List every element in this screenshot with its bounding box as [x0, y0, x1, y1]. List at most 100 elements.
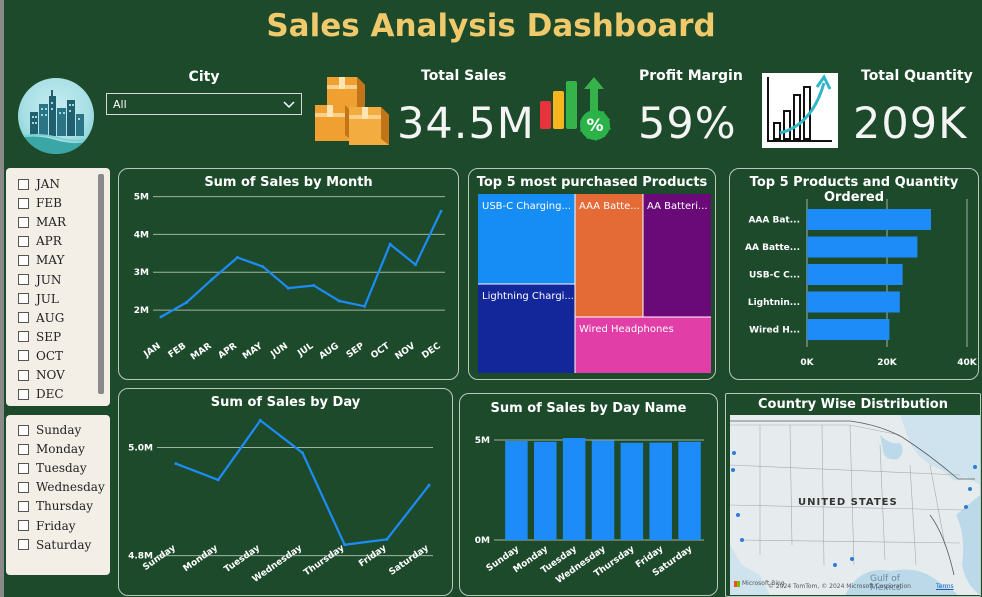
x-tick-label: Saturday: [387, 543, 430, 578]
bar[interactable]: [807, 319, 890, 340]
y-tick-label: Wired H...: [749, 326, 800, 336]
data-point[interactable]: [385, 537, 389, 541]
chevron-down-icon: [283, 101, 295, 109]
x-tick-label: MAY: [241, 341, 265, 362]
day-option[interactable]: Monday: [18, 440, 85, 458]
bar[interactable]: [807, 209, 931, 230]
bar[interactable]: [807, 236, 918, 258]
x-tick-label: 20K: [877, 358, 898, 368]
data-point[interactable]: [427, 483, 431, 487]
month-option[interactable]: MAR: [18, 213, 66, 231]
bar[interactable]: [678, 441, 701, 540]
top5-products-panel: Top 5 most purchased Products USB-C Char…: [468, 168, 716, 380]
x-tick-label: OCT: [369, 341, 392, 361]
month-option[interactable]: DEC: [18, 385, 64, 403]
month-option[interactable]: APR: [18, 232, 62, 250]
month-option[interactable]: JUN: [18, 271, 61, 289]
bar[interactable]: [562, 438, 586, 540]
day-option-label: Wednesday: [36, 480, 105, 495]
checkbox[interactable]: [18, 331, 29, 343]
month-slicer[interactable]: JAN FEB MAR APR MAY JUN JUL AUG SEP OCT NOV DEC: [6, 168, 110, 406]
month-option[interactable]: OCT: [18, 347, 63, 365]
month-option[interactable]: FEB: [18, 194, 62, 212]
bar[interactable]: [649, 442, 672, 540]
month-option[interactable]: SEP: [18, 328, 61, 346]
checkbox[interactable]: [18, 539, 29, 551]
checkbox[interactable]: [18, 481, 29, 493]
y-tick-label: 2M: [134, 306, 149, 316]
checkbox[interactable]: [18, 216, 29, 228]
checkbox[interactable]: [18, 443, 29, 455]
month-option[interactable]: JAN: [18, 175, 60, 193]
bar[interactable]: [620, 442, 644, 540]
treemap-tile-aa[interactable]: [643, 194, 711, 317]
total-sales-label: Total Sales: [421, 68, 507, 84]
city-dropdown[interactable]: All: [106, 93, 302, 115]
bar[interactable]: [591, 440, 615, 540]
month-option-label: SEP: [36, 329, 62, 344]
checkbox[interactable]: [18, 369, 29, 381]
x-tick-label: JAN: [142, 341, 163, 360]
checkbox[interactable]: [18, 350, 29, 362]
day-slicer[interactable]: Sunday Monday Tuesday Wednesday Thursday Frid…: [6, 415, 110, 575]
checkbox[interactable]: [18, 235, 29, 247]
data-point[interactable]: [235, 255, 239, 259]
month-option-label: MAY: [36, 253, 65, 268]
checkbox[interactable]: [18, 424, 29, 436]
checkbox[interactable]: [18, 254, 29, 266]
checkbox[interactable]: [18, 274, 29, 285]
bar[interactable]: [505, 441, 528, 540]
checkbox[interactable]: [18, 520, 29, 531]
sales-by-month-panel: Sum of Sales by Month 2M 3M 4M 5M JAN FEB MAR A…: [118, 168, 459, 380]
x-tick-label: Thursday: [302, 543, 346, 578]
day-option[interactable]: Friday: [18, 517, 76, 535]
data-point[interactable]: [261, 265, 265, 269]
checkbox[interactable]: [18, 312, 29, 324]
data-point[interactable]: [210, 277, 214, 281]
bar[interactable]: [807, 264, 903, 285]
checkbox[interactable]: [18, 197, 29, 209]
checkbox[interactable]: [18, 388, 29, 400]
data-point[interactable]: [439, 209, 443, 213]
data-point[interactable]: [258, 418, 262, 422]
data-point[interactable]: [301, 451, 304, 455]
bar[interactable]: [807, 291, 900, 313]
data-point[interactable]: [337, 299, 341, 303]
checkbox[interactable]: [18, 462, 29, 474]
treemap-tile-aaa[interactable]: [575, 194, 643, 317]
month-option[interactable]: AUG: [18, 309, 64, 327]
data-point[interactable]: [343, 543, 347, 547]
day-option[interactable]: Tuesday: [18, 459, 87, 477]
profit-margin-value: 59%: [638, 99, 737, 149]
month-option[interactable]: NOV: [18, 366, 65, 384]
checkbox[interactable]: [18, 293, 29, 305]
country-map[interactable]: UNITED STATES Gulf of Mexico Microsoft B…: [730, 415, 980, 595]
data-point[interactable]: [363, 304, 367, 308]
data-point[interactable]: [216, 478, 220, 482]
map-country-label: UNITED STATES: [798, 497, 898, 508]
day-option[interactable]: Wednesday: [18, 478, 105, 496]
city-filter-label: City: [188, 69, 220, 85]
day-option[interactable]: Sunday: [18, 421, 81, 439]
data-point[interactable]: [388, 242, 392, 246]
data-point[interactable]: [174, 462, 178, 466]
data-point[interactable]: [159, 315, 163, 319]
month-option[interactable]: MAY: [18, 251, 64, 269]
checkbox[interactable]: [18, 500, 29, 512]
data-point[interactable]: [414, 263, 418, 267]
data-point[interactable]: [312, 283, 316, 287]
data-point[interactable]: [286, 286, 290, 290]
map-terms-link[interactable]: Terms: [936, 583, 954, 590]
day-option[interactable]: Thursday: [18, 497, 93, 515]
month-option[interactable]: JUL: [18, 290, 59, 308]
x-tick-label: JUN: [269, 341, 290, 360]
window-frame: [0, 0, 4, 597]
checkbox[interactable]: [18, 178, 29, 190]
x-tick-label: FEB: [167, 341, 189, 360]
data-point[interactable]: [184, 301, 188, 305]
month-slicer-scrollbar[interactable]: [98, 174, 104, 394]
day-option[interactable]: Saturday: [18, 536, 91, 554]
y-tick-label: 4M: [134, 230, 149, 240]
bar[interactable]: [534, 441, 557, 540]
x-tick-label: APR: [217, 341, 240, 361]
